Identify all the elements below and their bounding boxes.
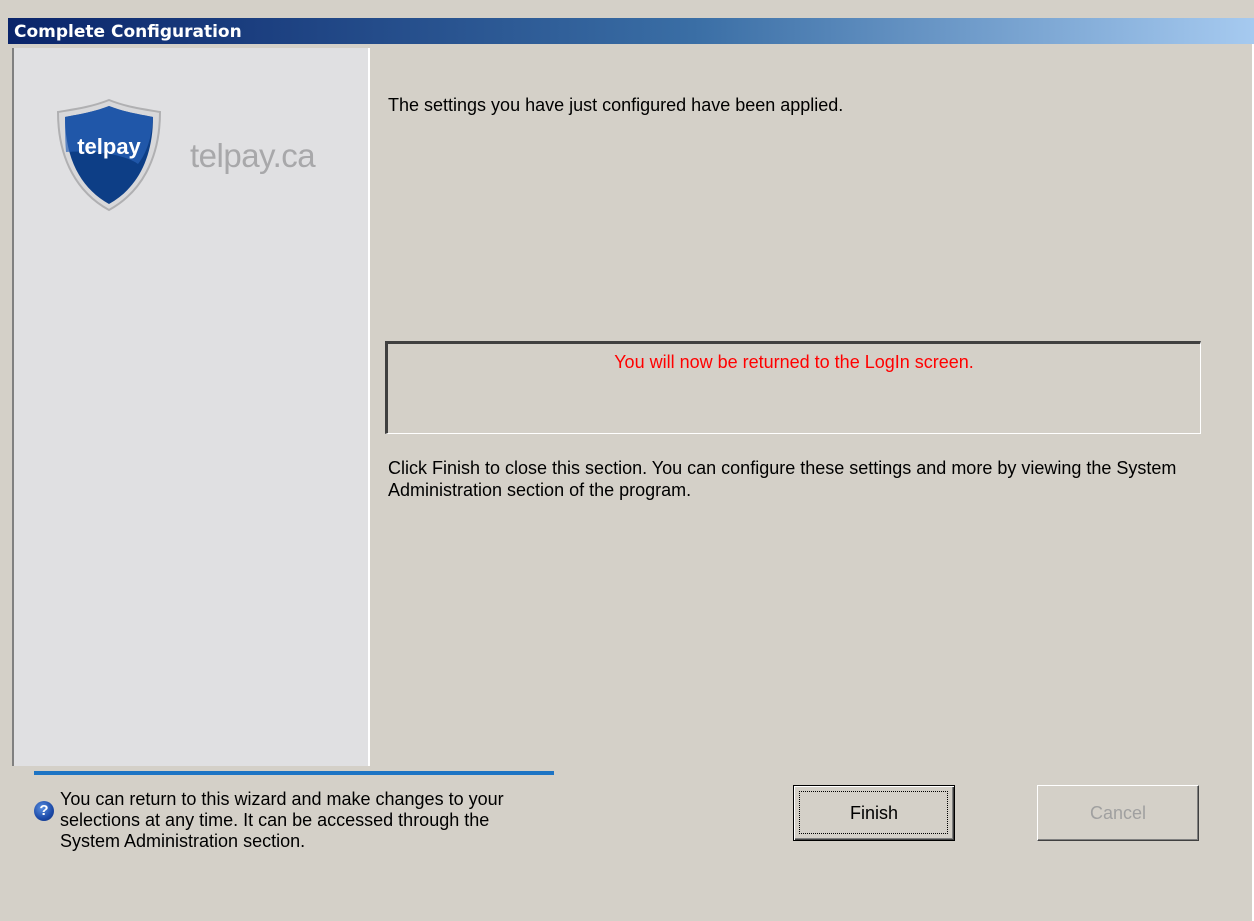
finish-button-label: Finish xyxy=(849,803,898,823)
help-text: You can return to this wizard and make c… xyxy=(60,789,504,851)
notice-message: You will now be returned to the LogIn sc… xyxy=(614,352,974,372)
cancel-button[interactable]: Cancel xyxy=(1037,785,1199,841)
telpay-shield-logo: telpay xyxy=(56,98,162,212)
logo-wordmark: telpay xyxy=(77,134,141,159)
question-icon: ? xyxy=(34,801,54,821)
logo-domain-text: telpay.ca xyxy=(190,137,316,174)
finish-button[interactable]: Finish xyxy=(793,785,955,841)
applied-message: The settings you have just configured ha… xyxy=(388,95,844,115)
finish-instructions: Click Finish to close this section. You … xyxy=(388,458,1177,500)
footer-divider xyxy=(34,771,554,775)
sidebar-panel: telpay telpay.ca xyxy=(12,48,370,766)
notice-box: You will now be returned to the LogIn sc… xyxy=(385,341,1201,434)
title-bar: Complete Configuration xyxy=(8,18,1254,44)
window-title: Complete Configuration xyxy=(14,22,242,42)
